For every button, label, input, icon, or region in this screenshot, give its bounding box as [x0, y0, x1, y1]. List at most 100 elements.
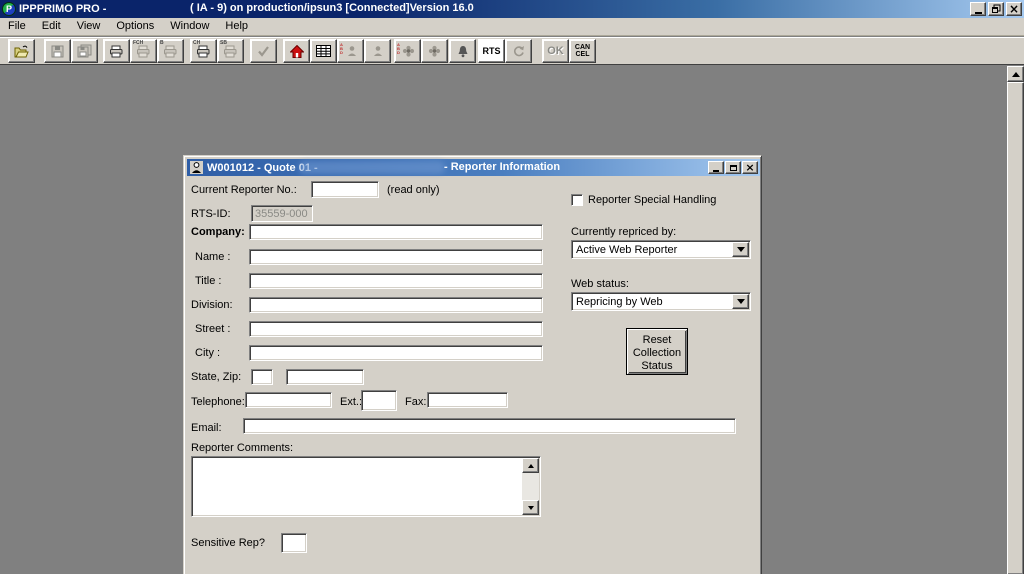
- home-icon: [290, 45, 304, 58]
- bell-button[interactable]: [449, 39, 476, 63]
- toolbar: FCH B CH SB: [0, 37, 1024, 64]
- grid-button[interactable]: [310, 39, 337, 63]
- save-button[interactable]: [44, 39, 71, 63]
- save-all-icon: [77, 44, 92, 58]
- workspace-vertical-scrollbar[interactable]: [1007, 66, 1024, 574]
- print-b-tag: B: [160, 41, 164, 46]
- fax-input[interactable]: [427, 392, 508, 408]
- arrow-down-icon: [528, 506, 534, 513]
- comments-scrollbar[interactable]: [522, 458, 539, 515]
- repriced-by-label: Currently repriced by:: [571, 226, 676, 238]
- rosette-icon: [401, 45, 414, 58]
- printer-fch-icon: [136, 45, 151, 58]
- print-button[interactable]: [103, 39, 130, 63]
- arrow-up-icon: [1012, 68, 1020, 77]
- ok-label: OK: [547, 45, 564, 57]
- name-label: Name :: [195, 251, 230, 263]
- validate-button[interactable]: [250, 39, 277, 63]
- workspace: W001012 - Quote 01 - - Reporter Informat…: [0, 64, 1024, 574]
- dialog-person-icon: [190, 161, 203, 174]
- collection-abd-button[interactable]: A B D: [394, 39, 421, 63]
- state-input[interactable]: [251, 369, 273, 385]
- scroll-up-button[interactable]: [1007, 66, 1024, 82]
- save-all-button[interactable]: [71, 39, 98, 63]
- division-input[interactable]: [249, 297, 543, 313]
- print-b-button[interactable]: B: [157, 39, 184, 63]
- dialog-maximize-button[interactable]: [725, 161, 741, 174]
- print-ch-tag: CH: [193, 41, 200, 46]
- refresh-button[interactable]: [505, 39, 532, 63]
- fax-label: Fax:: [405, 396, 426, 408]
- printer-ch-icon: [196, 45, 211, 58]
- special-handling-checkbox[interactable]: [571, 194, 583, 206]
- dropdown-button[interactable]: [732, 294, 749, 309]
- menu-options[interactable]: Options: [108, 18, 162, 35]
- minimize-button[interactable]: [970, 2, 986, 16]
- printer-sb-icon: [223, 45, 238, 58]
- minimize-icon: [713, 170, 719, 172]
- chevron-down-icon: [737, 247, 745, 256]
- restore-button[interactable]: [988, 2, 1004, 16]
- main-titlebar[interactable]: P IPPPRIMO PRO - ( IA - 9) on production…: [0, 0, 1024, 18]
- menu-edit[interactable]: Edit: [34, 18, 69, 35]
- open-folder-icon: [14, 45, 29, 58]
- print-sb-button[interactable]: SB: [217, 39, 244, 63]
- ok-button[interactable]: OK: [542, 39, 569, 63]
- division-label: Division:: [191, 299, 233, 311]
- close-button[interactable]: [1006, 2, 1022, 16]
- repriced-by-combo[interactable]: Active Web Reporter: [571, 240, 751, 259]
- menu-view[interactable]: View: [69, 18, 109, 35]
- menu-file[interactable]: File: [0, 18, 34, 35]
- dialog-title-suffix: - Reporter Information: [444, 161, 560, 173]
- scroll-down-button[interactable]: [522, 500, 539, 515]
- dialog-close-button[interactable]: [742, 161, 758, 174]
- telephone-input[interactable]: [245, 392, 332, 408]
- reporter-button[interactable]: [364, 39, 391, 63]
- dropdown-button[interactable]: [732, 242, 749, 257]
- name-input[interactable]: [249, 249, 543, 265]
- city-input[interactable]: [249, 345, 543, 361]
- street-input[interactable]: [249, 321, 543, 337]
- rts-id-input: [251, 205, 313, 222]
- application-window: P IPPPRIMO PRO - ( IA - 9) on production…: [0, 0, 1024, 574]
- sensitive-rep-input[interactable]: [281, 533, 307, 553]
- redacted-title-text: [299, 161, 445, 174]
- rts-button[interactable]: RTS: [478, 39, 505, 63]
- zip-input[interactable]: [286, 369, 364, 385]
- print-ch-button[interactable]: CH: [190, 39, 217, 63]
- telephone-label: Telephone:: [191, 396, 245, 408]
- comments-textarea[interactable]: [191, 456, 541, 517]
- printer-b-icon: [163, 45, 178, 58]
- cancel-label: CAN CEL: [575, 44, 590, 58]
- special-handling-label: Reporter Special Handling: [588, 194, 716, 206]
- reporter-abd-button[interactable]: A B D: [337, 39, 364, 63]
- current-reporter-label: Current Reporter No.:: [191, 184, 297, 196]
- company-input[interactable]: [249, 224, 543, 240]
- scroll-up-button[interactable]: [522, 458, 539, 473]
- email-input[interactable]: [243, 418, 736, 434]
- open-button[interactable]: [8, 39, 35, 63]
- dialog-minimize-button[interactable]: [708, 161, 724, 174]
- ext-input[interactable]: [361, 390, 397, 411]
- app-icon[interactable]: P: [2, 2, 16, 16]
- repriced-by-value: Active Web Reporter: [572, 244, 732, 256]
- web-status-combo[interactable]: Repricing by Web: [571, 292, 751, 311]
- collection-abd-tag: A B D: [397, 43, 400, 55]
- print-sb-tag: SB: [220, 41, 227, 46]
- city-label: City :: [195, 347, 220, 359]
- collection-button[interactable]: [421, 39, 448, 63]
- home-button[interactable]: [283, 39, 310, 63]
- reporter-abd-tag: A B D: [340, 43, 343, 55]
- current-reporter-input[interactable]: [311, 181, 379, 198]
- title-input[interactable]: [249, 273, 543, 289]
- print-fch-button[interactable]: FCH: [130, 39, 157, 63]
- cancel-button[interactable]: CAN CEL: [569, 39, 596, 63]
- dialog-titlebar[interactable]: W001012 - Quote 01 - - Reporter Informat…: [187, 159, 760, 176]
- menu-window[interactable]: Window: [162, 18, 217, 35]
- session-info: ( IA - 9) on production/ipsun3 [Connecte…: [190, 2, 474, 14]
- arrow-up-icon: [528, 461, 534, 468]
- scrollbar-thumb[interactable]: [1007, 82, 1024, 574]
- reset-collection-status-button[interactable]: Reset Collection Status: [626, 328, 688, 375]
- checkmark-icon: [257, 45, 270, 57]
- menu-help[interactable]: Help: [217, 18, 256, 35]
